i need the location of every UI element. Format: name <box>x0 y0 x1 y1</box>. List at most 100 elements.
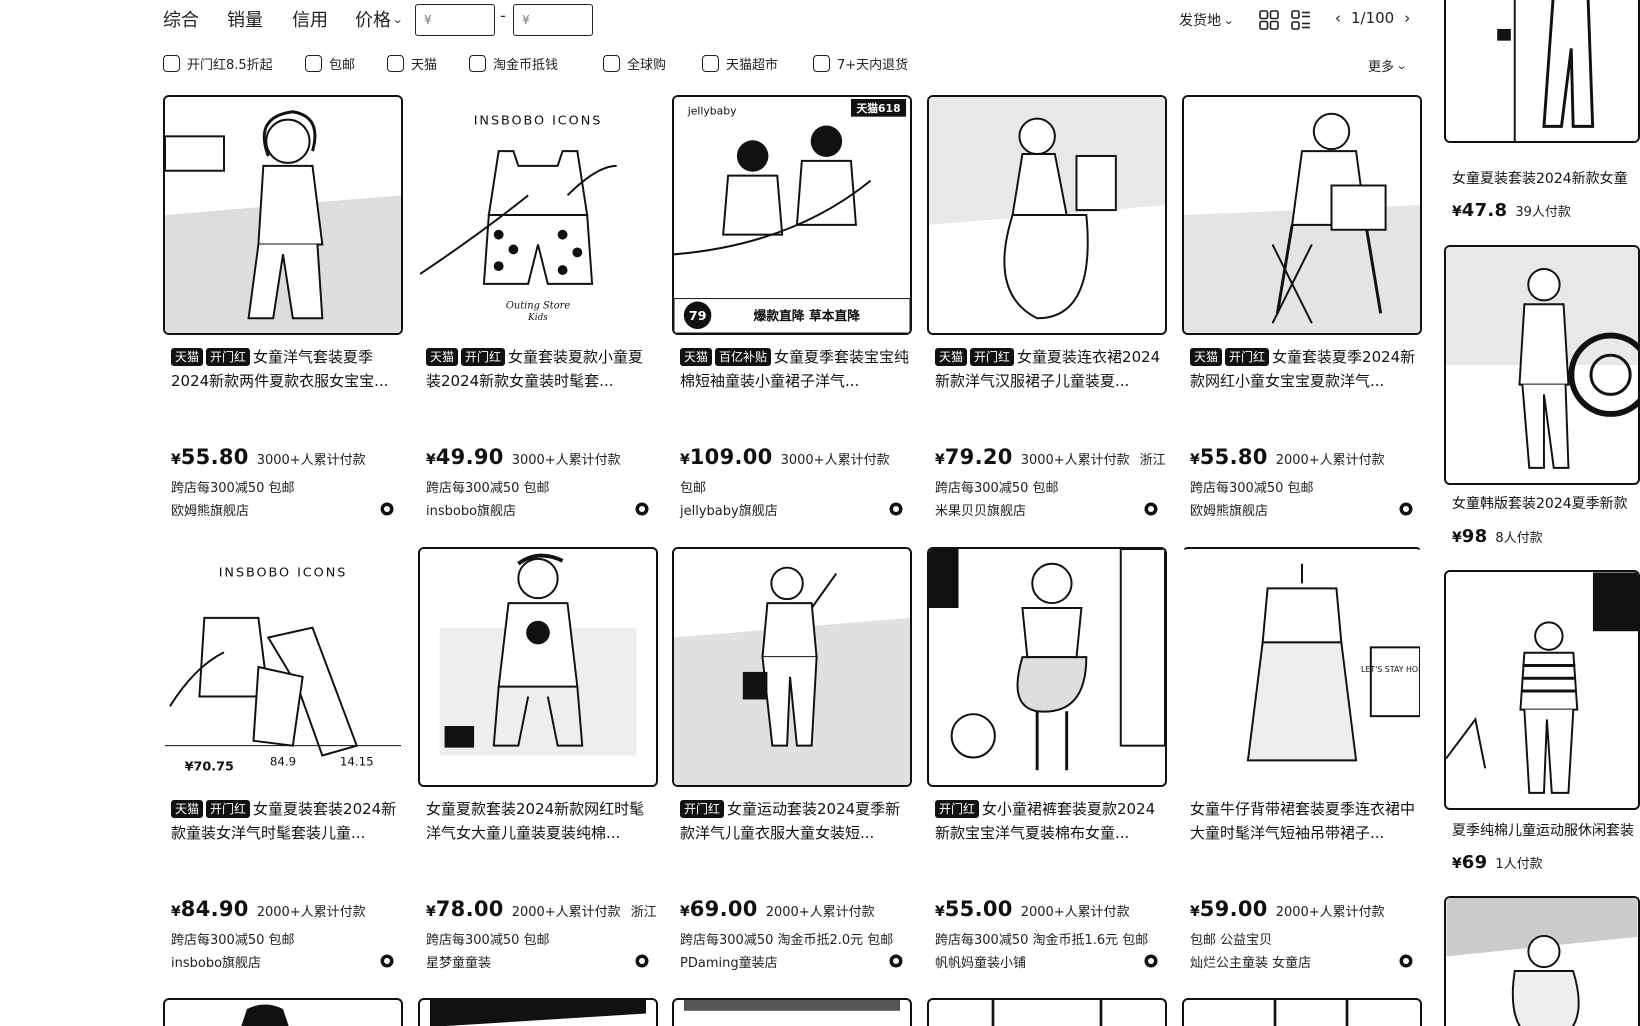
product-image[interactable]: INSBOBO ICONS ¥70.75 84.9 14.15 <box>163 547 403 787</box>
product-card[interactable]: 天猫 开门红 女童洋气套装夏季2024新款两件夏款衣服女宝宝... ¥55.80 30… <box>163 95 403 525</box>
product-card-peek[interactable] <box>163 998 403 1026</box>
list-view-icon[interactable] <box>1291 10 1311 30</box>
chat-icon[interactable] <box>1398 953 1414 969</box>
side-product-image[interactable] <box>1444 0 1640 143</box>
chat-icon[interactable] <box>888 953 904 969</box>
product-card[interactable]: 开门红 女童运动套装2024夏季新款洋气儿童衣服大童女装短... ¥69.00 20… <box>672 547 912 977</box>
price-max-input[interactable] <box>513 4 593 36</box>
product-image[interactable] <box>927 547 1167 787</box>
checkbox[interactable] <box>387 55 404 72</box>
product-card[interactable]: INSBOBO ICONS ¥70.75 84.9 14.15 天猫 开门红 女童夏… <box>163 547 403 977</box>
shop-name[interactable]: 米果贝贝旗舰店 <box>935 500 1026 519</box>
product-title[interactable]: 天猫 开门红 女童套装夏季2024新款网红小童女宝宝夏款洋气... <box>1190 345 1420 393</box>
checkbox[interactable] <box>603 55 620 72</box>
product-card-peek[interactable] <box>418 998 658 1026</box>
filter-kaimenhong[interactable]: 开门红8.5折起 <box>163 54 273 73</box>
product-title[interactable]: 开门红 女小童裙裤套装夏款2024新款宝宝洋气夏装棉布女童... <box>935 797 1165 845</box>
filter-7day-return[interactable]: 7+天内退货 <box>813 54 908 73</box>
shop-name[interactable]: 星梦童童装 <box>426 952 491 971</box>
side-product-title[interactable]: 女童韩版套装2024夏季新款 <box>1452 493 1628 513</box>
product-image[interactable] <box>927 95 1167 335</box>
product-card[interactable]: 天猫 开门红 女童夏装连衣裙2024新款洋气汉服裙子儿童装夏... ¥79.20 30… <box>927 95 1167 525</box>
side-product-image[interactable] <box>1444 570 1640 810</box>
shop-name[interactable]: 帆帆妈童装小铺 <box>935 952 1026 971</box>
product-title[interactable]: 开门红 女童运动套装2024夏季新款洋气儿童衣服大童女装短... <box>680 797 910 845</box>
sort-tab-price[interactable]: 价格 ⌄ <box>355 6 404 32</box>
currency-symbol: ¥ <box>171 904 181 920</box>
product-card-peek[interactable] <box>672 998 912 1026</box>
product-card[interactable]: jellybaby 天猫618 79 爆款直降 草本直降 天猫 百亿补贴 女童夏季套… <box>672 95 912 525</box>
grid-view-icon[interactable] <box>1259 10 1279 30</box>
checkbox[interactable] <box>469 55 486 72</box>
chat-icon[interactable] <box>379 953 395 969</box>
shop-name[interactable]: PDaming童装店 <box>680 952 778 971</box>
product-card[interactable]: LET'S STAY HOME 女童牛仔背带裙套装夏季连衣裙中大童时髦洋气短袖吊… <box>1182 547 1422 977</box>
product-image[interactable] <box>672 547 912 787</box>
filter-free-shipping[interactable]: 包邮 <box>305 54 355 73</box>
product-card[interactable]: 天猫 开门红 女童套装夏季2024新款网红小童女宝宝夏款洋气... ¥55.80 20… <box>1182 95 1422 525</box>
product-title[interactable]: 天猫 开门红 女童夏装连衣裙2024新款洋气汉服裙子儿童装夏... <box>935 345 1165 393</box>
side-product-title[interactable]: 夏季纯棉儿童运动服休闲套装 <box>1452 820 1634 840</box>
product-image[interactable] <box>1182 95 1422 335</box>
product-photo: jellybaby 天猫618 79 爆款直降 草本直降 <box>674 97 910 333</box>
chat-icon[interactable] <box>1143 501 1159 517</box>
product-title[interactable]: 天猫 开门红 女童洋气套装夏季2024新款两件夏款衣服女宝宝... <box>171 345 401 393</box>
product-image[interactable] <box>418 547 658 787</box>
shop-name[interactable]: jellybaby旗舰店 <box>680 500 778 519</box>
sort-tab-comprehensive[interactable]: 综合 <box>163 6 199 32</box>
filter-taojinbi[interactable]: 淘金币抵钱 <box>469 54 558 73</box>
chevron-right-icon[interactable]: › <box>1404 9 1410 27</box>
price-row: ¥78.00 2000+人累计付款 浙江 <box>426 897 657 921</box>
checkbox[interactable] <box>702 55 719 72</box>
product-image[interactable] <box>163 95 403 335</box>
ship-from-dropdown[interactable]: 发货地 ⌄ <box>1179 10 1235 30</box>
product-image[interactable]: LET'S STAY HOME <box>1182 547 1422 787</box>
checkbox[interactable] <box>813 55 830 72</box>
product-title[interactable]: 天猫 百亿补贴 女童夏季套装宝宝纯棉短袖童装小童裙子洋气... <box>680 345 910 393</box>
product-card[interactable]: 开门红 女小童裙裤套装夏款2024新款宝宝洋气夏装棉布女童... ¥55.00 20… <box>927 547 1167 977</box>
shop-name[interactable]: 欧姆熊旗舰店 <box>1190 500 1268 519</box>
shop-name[interactable]: insbobo旗舰店 <box>171 952 261 971</box>
chat-icon[interactable] <box>1398 501 1414 517</box>
checkbox[interactable] <box>163 55 180 72</box>
price-row: ¥84.90 2000+人累计付款 <box>171 897 366 921</box>
chat-icon[interactable] <box>1143 953 1159 969</box>
brand-text: INSBOBO ICONS <box>474 114 603 129</box>
product-card[interactable]: 女童夏款套装2024新款网红时髦洋气女大童儿童装夏装纯棉... ¥78.00 20… <box>418 547 658 977</box>
filter-tmall-supermarket[interactable]: 天猫超市 <box>702 54 778 73</box>
chat-icon[interactable] <box>634 953 650 969</box>
product-image[interactable]: INSBOBO ICONS Outing Store Kids <box>418 95 658 335</box>
product-price: 109.00 <box>689 445 773 469</box>
sort-tab-sales[interactable]: 销量 <box>227 6 263 32</box>
filter-tmall[interactable]: 天猫 <box>387 54 437 73</box>
shop-name[interactable]: 欧姆熊旗舰店 <box>171 500 249 519</box>
side-sales-count: 39人付款 <box>1515 205 1571 220</box>
sort-tab-credit[interactable]: 信用 <box>292 6 328 32</box>
product-title[interactable]: 女童牛仔背带裙套装夏季连衣裙中大童时髦洋气短袖吊带裙子... <box>1190 797 1420 845</box>
product-card[interactable]: INSBOBO ICONS Outing Store Kids 天猫 开门红 女童套… <box>418 95 658 525</box>
side-product-title[interactable]: 女童夏装套装2024新款女童 <box>1452 168 1628 188</box>
product-title[interactable]: 天猫 开门红 女童夏装套装2024新款童装女洋气时髦套装儿童... <box>171 797 401 845</box>
side-product-image[interactable] <box>1444 245 1640 485</box>
checkbox[interactable] <box>305 55 322 72</box>
price-min-input[interactable] <box>415 4 495 36</box>
shop-name[interactable]: insbobo旗舰店 <box>426 500 516 519</box>
chat-icon[interactable] <box>634 501 650 517</box>
more-filters-button[interactable]: 更多 ⌄ <box>1368 56 1408 75</box>
product-card-peek[interactable] <box>1182 998 1422 1026</box>
shop-name[interactable]: 灿烂公主童装 女童店 <box>1190 952 1311 971</box>
product-title[interactable]: 天猫 开门红 女童套装夏款小童夏装2024新款女童装时髦套... <box>426 345 656 393</box>
title-text: 女童牛仔背带裙套装夏季连衣裙中大童时髦洋气短袖吊带裙子... <box>1190 800 1416 842</box>
side-product-image[interactable] <box>1444 896 1640 1026</box>
product-image[interactable]: jellybaby 天猫618 79 爆款直降 草本直降 <box>672 95 912 335</box>
product-card-peek[interactable] <box>927 998 1167 1026</box>
chat-icon[interactable] <box>379 501 395 517</box>
price-row: ¥55.80 2000+人累计付款 <box>1190 445 1385 469</box>
side-product-price: 69 <box>1461 852 1488 873</box>
chevron-left-icon[interactable]: ‹ <box>1335 9 1341 27</box>
filter-global[interactable]: 全球购 <box>603 54 666 73</box>
chat-icon[interactable] <box>888 501 904 517</box>
currency-symbol: ¥ <box>1190 452 1200 468</box>
sales-count: 2000+人累计付款 <box>256 905 366 920</box>
product-title[interactable]: 女童夏款套装2024新款网红时髦洋气女大童儿童装夏装纯棉... <box>426 797 656 845</box>
